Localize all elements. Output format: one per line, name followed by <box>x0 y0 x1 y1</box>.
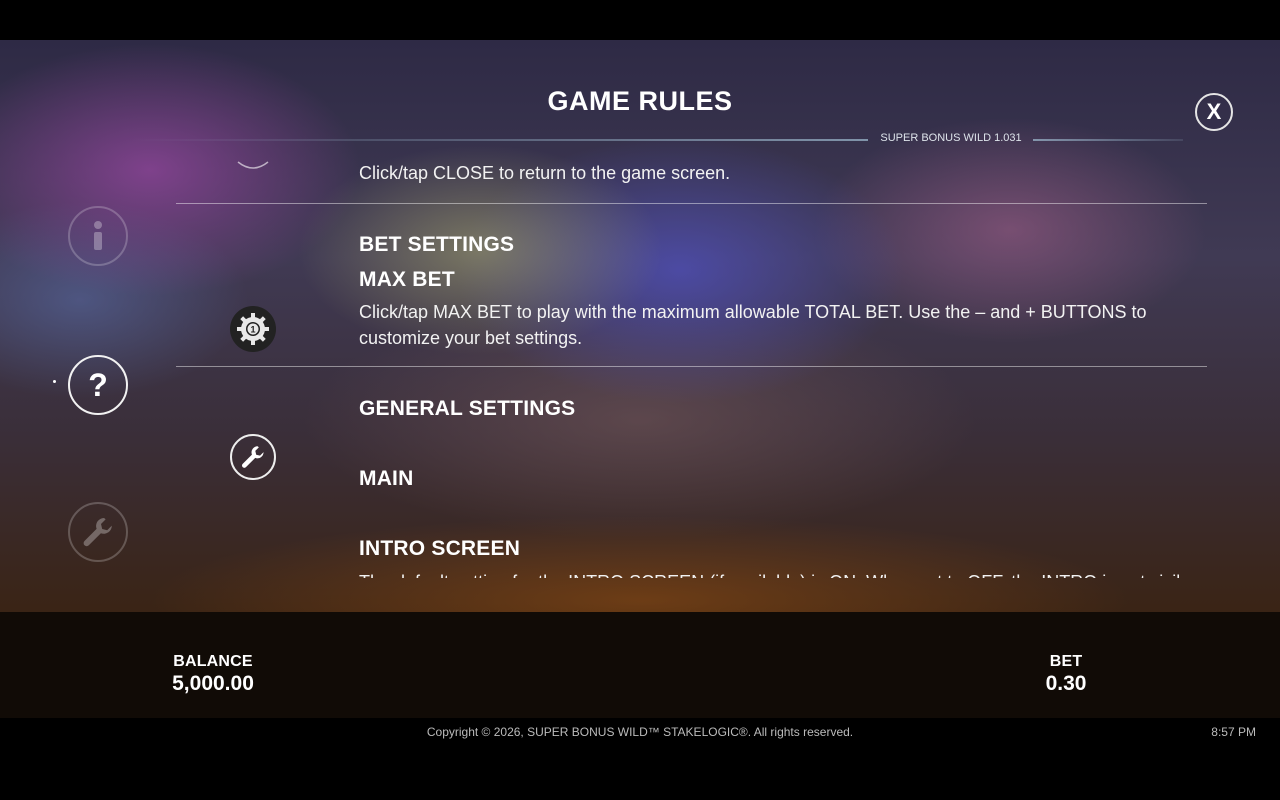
bet-value: 0.30 <box>1045 672 1087 695</box>
close-button[interactable]: X <box>1195 93 1233 131</box>
top-bar <box>0 0 1280 40</box>
partial-section-icon <box>237 161 269 169</box>
game-rules-panel: GAME RULES SUPER BONUS WILD 1.031 X ? Cl… <box>0 40 1280 612</box>
main-heading: MAIN <box>359 467 414 490</box>
status-bar: BALANCE 5,000.00 BET 0.30 <box>0 612 1280 718</box>
title-divider-left <box>130 139 868 141</box>
intro-screen-heading: INTRO SCREEN <box>359 537 521 560</box>
general-settings-heading: GENERAL SETTINGS <box>359 397 576 420</box>
page-title: GAME RULES <box>547 86 733 116</box>
bet-label: BET <box>1049 653 1083 670</box>
gear-icon: 1 <box>237 313 269 345</box>
max-bet-text: Click/tap MAX BET to play with the maxim… <box>359 302 1147 348</box>
balance-display: BALANCE 5,000.00 <box>150 653 276 696</box>
bet-settings-heading: BET SETTINGS <box>359 233 515 256</box>
balance-label: BALANCE <box>173 653 253 670</box>
copyright-text: Copyright © 2026, SUPER BONUS WILD™ STAK… <box>426 725 854 739</box>
version-label: SUPER BONUS WILD 1.031 <box>880 132 1022 144</box>
max-bet-heading: MAX BET <box>359 268 455 291</box>
bet-display: BET 0.30 <box>1026 653 1106 696</box>
balance-value: 5,000.00 <box>172 672 254 695</box>
intro-screen-text: The default setting for the INTRO SCREEN… <box>359 569 1179 578</box>
gear-badge-number: 1 <box>250 325 255 335</box>
close-instruction-text: Click/tap CLOSE to return to the game sc… <box>359 163 731 183</box>
title-divider-right <box>1033 139 1183 141</box>
rules-content[interactable]: Click/tap CLOSE to return to the game sc… <box>0 160 1280 578</box>
section-divider <box>176 203 1207 204</box>
close-icon: X <box>1206 99 1222 124</box>
general-settings-badge <box>230 434 276 480</box>
section-divider <box>176 366 1207 367</box>
clock: 8:57 PM <box>1211 725 1256 739</box>
wrench-icon <box>241 446 264 468</box>
footer: Copyright © 2026, SUPER BONUS WILD™ STAK… <box>0 718 1280 800</box>
bet-settings-badge: 1 <box>230 306 276 352</box>
